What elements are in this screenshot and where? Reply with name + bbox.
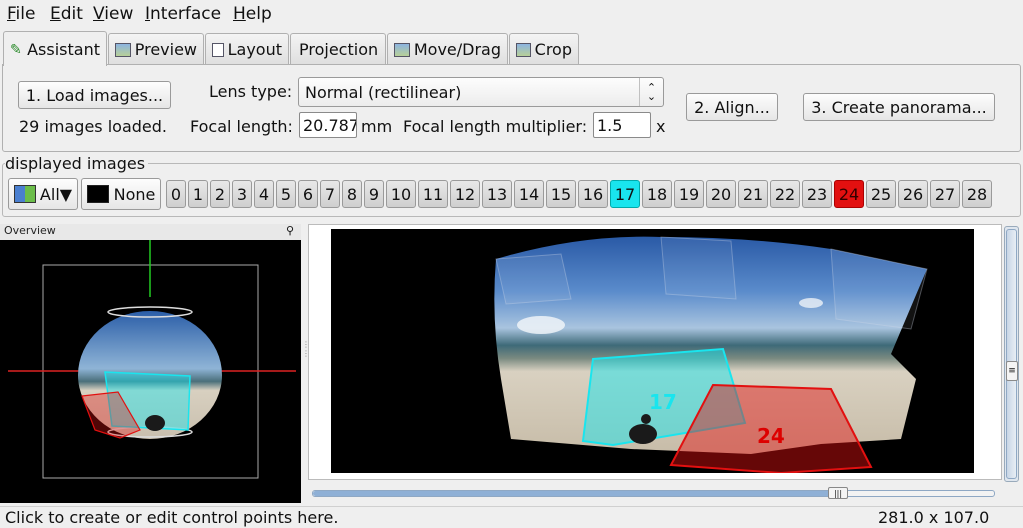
tab-layout-label: Layout	[227, 40, 282, 59]
menu-file-mnemonic: F	[7, 4, 16, 24]
image-toggle-5[interactable]: 5	[276, 180, 296, 208]
tab-assistant[interactable]: ✎ Assistant	[3, 31, 107, 66]
overview-title: Overview	[0, 224, 301, 240]
tab-crop[interactable]: Crop	[509, 33, 579, 65]
lens-type-label: Lens type:	[209, 82, 293, 101]
layout-icon	[212, 42, 224, 57]
menu-interface-label: nterface	[150, 4, 222, 24]
image-toggle-14[interactable]: 14	[514, 180, 544, 208]
image-toggle-27[interactable]: 27	[930, 180, 960, 208]
status-size: 281.0 x 107.0	[878, 508, 990, 527]
horizontal-slider-fill	[313, 491, 836, 496]
wand-icon: ✎	[10, 42, 22, 58]
image-toggle-11[interactable]: 11	[418, 180, 448, 208]
panorama-svg: 17 24	[494, 236, 928, 473]
image-toggle-1[interactable]: 1	[188, 180, 208, 208]
image-toggle-3[interactable]: 3	[232, 180, 252, 208]
show-all-label: All▼	[39, 184, 73, 204]
image-toggle-9[interactable]: 9	[364, 180, 384, 208]
image-toggle-10[interactable]: 10	[386, 180, 416, 208]
splitter-handle[interactable]: ⋮ ⋮	[302, 340, 310, 360]
image-toggle-23[interactable]: 23	[802, 180, 832, 208]
overview-canvas[interactable]	[0, 240, 301, 503]
menu-bar: File Edit View Interface Help	[0, 0, 1023, 28]
image-icon	[516, 42, 531, 57]
horizontal-slider-handle[interactable]: |||	[828, 487, 848, 499]
image-toggle-13[interactable]: 13	[482, 180, 512, 208]
image-toggle-0[interactable]: 0	[166, 180, 186, 208]
image-toggle-20[interactable]: 20	[706, 180, 736, 208]
focal-length-unit: mm	[361, 117, 393, 136]
load-images-button[interactable]: 1. Load images...	[18, 81, 171, 109]
lens-type-select[interactable]: Normal (rectilinear) ⌃ ⌄	[298, 77, 664, 107]
image-toggle-4[interactable]: 4	[254, 180, 274, 208]
focal-length-label: Focal length:	[190, 117, 293, 136]
tab-preview-label: Preview	[134, 40, 197, 59]
displayed-images-title: displayed images	[5, 154, 149, 173]
tab-bar: ✎ Assistant Preview Layout Projection Mo…	[0, 31, 1023, 66]
show-all-button[interactable]: All▼	[8, 178, 78, 210]
tab-preview[interactable]: Preview	[108, 33, 204, 65]
image-toggle-22[interactable]: 22	[770, 180, 800, 208]
vertical-slider-handle[interactable]: ≡	[1006, 361, 1018, 381]
tab-layout[interactable]: Layout	[205, 33, 289, 65]
status-message: Click to create or edit control points h…	[5, 508, 339, 527]
tab-move-drag-label: Move/Drag	[413, 40, 501, 59]
image-icon	[115, 42, 131, 57]
menu-view-mnemonic: V	[93, 4, 105, 24]
image-toggle-28[interactable]: 28	[962, 180, 992, 208]
tab-assistant-label: Assistant	[27, 39, 100, 59]
image-toggle-19[interactable]: 19	[674, 180, 704, 208]
focal-length-input[interactable]: 20.787	[299, 112, 357, 138]
menu-file[interactable]: File	[7, 4, 35, 24]
menu-help-mnemonic: H	[233, 4, 246, 24]
image-icon	[394, 42, 410, 57]
create-panorama-button[interactable]: 3. Create panorama...	[803, 93, 995, 121]
image-toggle-17[interactable]: 17	[610, 180, 640, 208]
image-toggle-18[interactable]: 18	[642, 180, 672, 208]
overview-sphere-svg	[8, 240, 296, 479]
menu-view-label: iew	[104, 4, 134, 24]
tab-move-drag[interactable]: Move/Drag	[387, 33, 508, 65]
menu-view[interactable]: View	[93, 4, 133, 24]
image-toggle-8[interactable]: 8	[342, 180, 362, 208]
updown-arrows-icon: ⌃ ⌄	[639, 78, 663, 106]
pin-icon[interactable]: ⚲	[286, 224, 294, 237]
image-toggle-7[interactable]: 7	[320, 180, 340, 208]
menu-edit-label: dit	[60, 4, 83, 24]
image-toggle-25[interactable]: 25	[866, 180, 896, 208]
vertical-scrollbar-thumb[interactable]	[1006, 229, 1017, 479]
multiplier-input[interactable]: 1.5	[593, 112, 651, 138]
image-toggle-21[interactable]: 21	[738, 180, 768, 208]
image-toggle-24[interactable]: 24	[834, 180, 864, 208]
preview-canvas[interactable]: 17 24	[331, 229, 974, 473]
image-toggle-15[interactable]: 15	[546, 180, 576, 208]
lens-type-value: Normal (rectilinear)	[305, 82, 462, 102]
show-none-button[interactable]: None	[81, 178, 161, 210]
menu-help[interactable]: Help	[233, 4, 272, 24]
multiplier-label: Focal length multiplier:	[403, 117, 588, 136]
tab-crop-label: Crop	[534, 40, 572, 59]
menu-edit[interactable]: Edit	[50, 4, 83, 24]
menu-file-label: ile	[15, 4, 36, 24]
image-toggle-12[interactable]: 12	[450, 180, 480, 208]
all-images-icon	[13, 185, 36, 203]
align-button[interactable]: 2. Align...	[686, 93, 778, 121]
image-toggle-16[interactable]: 16	[578, 180, 608, 208]
images-loaded-text: 29 images loaded.	[19, 117, 167, 136]
red-image-label: 24	[757, 424, 785, 448]
multiplier-unit: x	[656, 117, 666, 136]
menu-interface[interactable]: Interface	[145, 4, 221, 24]
image-toggle-6[interactable]: 6	[298, 180, 318, 208]
cyan-image-label: 17	[649, 390, 677, 414]
tab-projection[interactable]: Projection	[290, 33, 386, 65]
no-images-icon	[86, 185, 109, 203]
image-toggle-26[interactable]: 26	[898, 180, 928, 208]
menu-help-label: elp	[245, 4, 272, 24]
show-none-label: None	[113, 184, 156, 204]
image-toggle-2[interactable]: 2	[210, 180, 230, 208]
tab-projection-label: Projection	[299, 40, 379, 59]
menu-edit-mnemonic: E	[50, 4, 61, 24]
